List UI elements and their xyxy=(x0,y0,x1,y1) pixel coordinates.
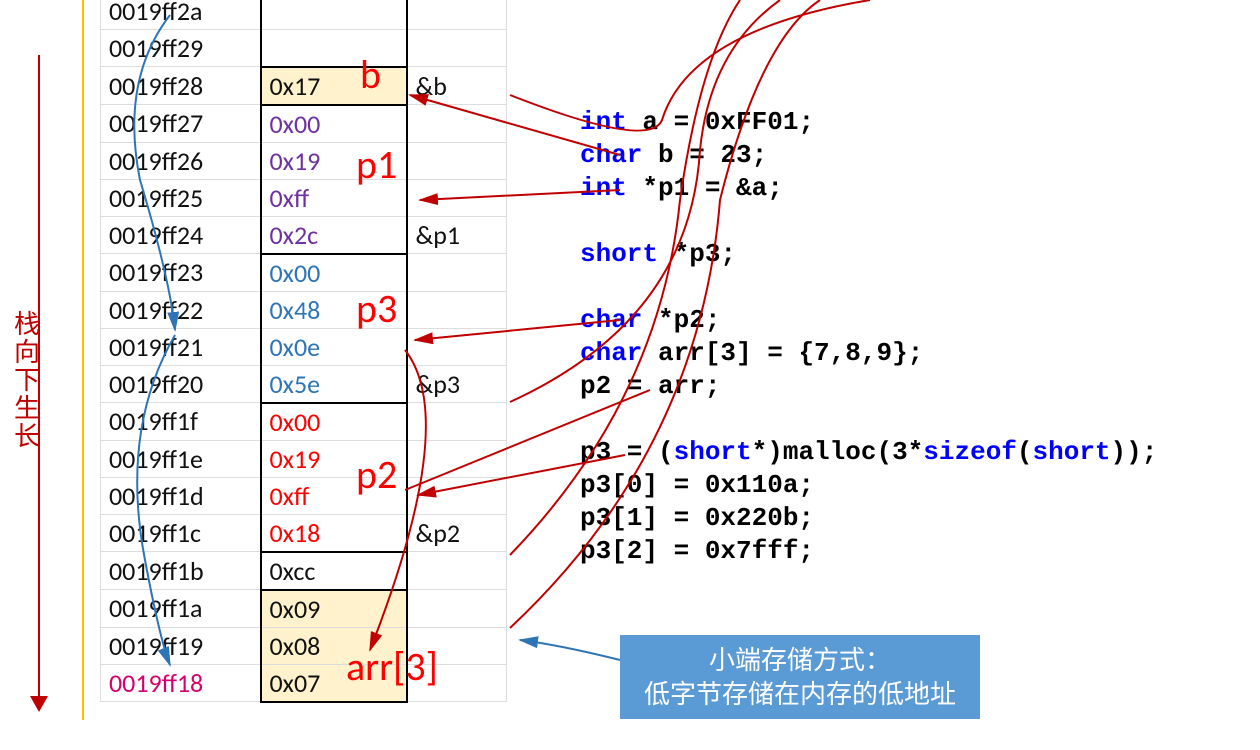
addr-cell: 0019ff24 xyxy=(101,216,261,254)
addr-cell: 0019ff18 xyxy=(101,664,261,702)
value-cell: 0x00 xyxy=(261,105,407,143)
table-row: 0019ff1b0xcc xyxy=(101,552,507,590)
addr-cell: 0019ff1e xyxy=(101,440,261,477)
table-row: 0019ff210x0e xyxy=(101,328,507,365)
value-cell: 0x09 xyxy=(261,590,407,628)
addr-cell: 0019ff22 xyxy=(101,291,261,328)
name-cell xyxy=(407,552,507,590)
table-row: 0019ff240x2c&p1 xyxy=(101,216,507,254)
addr-cell: 0019ff1a xyxy=(101,590,261,628)
var-label-b: b xyxy=(360,50,381,99)
addr-cell: 0019ff2a xyxy=(101,0,261,30)
name-cell xyxy=(407,105,507,143)
table-row: 0019ff2a xyxy=(101,0,507,30)
table-row: 0019ff190x08 xyxy=(101,627,507,664)
table-row: 0019ff220x48 xyxy=(101,291,507,328)
memory-table: 0019ff2a0019ff290019ff280x17&b0019ff270x… xyxy=(100,0,507,703)
value-cell: 0x5e xyxy=(261,365,407,403)
value-cell xyxy=(261,30,407,67)
addr-cell: 0019ff1d xyxy=(101,477,261,514)
table-row: 0019ff1d0xff xyxy=(101,477,507,514)
table-row: 0019ff29 xyxy=(101,30,507,67)
name-cell xyxy=(407,179,507,216)
name-cell: &b xyxy=(407,67,507,105)
var-label-p2: p2 xyxy=(356,450,397,499)
addr-cell: 0019ff27 xyxy=(101,105,261,143)
var-label-p3: p3 xyxy=(356,284,397,333)
value-cell: 0x0e xyxy=(261,328,407,365)
name-cell xyxy=(407,440,507,477)
table-row: 0019ff270x00 xyxy=(101,105,507,143)
code-block: int a = 0xFF01;char b = 23;int *p1 = &a;… xyxy=(580,106,1157,568)
name-cell xyxy=(407,0,507,30)
name-cell xyxy=(407,30,507,67)
addr-cell: 0019ff1b xyxy=(101,552,261,590)
table-row: 0019ff260x19 xyxy=(101,142,507,179)
value-cell: 0xcc xyxy=(261,552,407,590)
table-row: 0019ff200x5e&p3 xyxy=(101,365,507,403)
endian-line1: 小端存储方式： xyxy=(709,645,891,675)
addr-cell: 0019ff19 xyxy=(101,627,261,664)
addr-cell: 0019ff25 xyxy=(101,179,261,216)
value-cell: 0x2c xyxy=(261,216,407,254)
table-row: 0019ff1e0x19 xyxy=(101,440,507,477)
addr-cell: 0019ff23 xyxy=(101,254,261,292)
value-cell: 0x00 xyxy=(261,403,407,441)
table-row: 0019ff1c0x18&p2 xyxy=(101,514,507,552)
table-row: 0019ff1f0x00 xyxy=(101,403,507,441)
addr-cell: 0019ff28 xyxy=(101,67,261,105)
name-cell: &p3 xyxy=(407,365,507,403)
value-cell xyxy=(261,0,407,30)
name-cell xyxy=(407,291,507,328)
table-row: 0019ff250xff xyxy=(101,179,507,216)
addr-cell: 0019ff21 xyxy=(101,328,261,365)
value-cell: 0x18 xyxy=(261,514,407,552)
table-row: 0019ff280x17&b xyxy=(101,67,507,105)
name-cell: &p2 xyxy=(407,514,507,552)
var-label-p1: p1 xyxy=(356,140,397,189)
name-cell xyxy=(407,142,507,179)
name-cell xyxy=(407,477,507,514)
stack-direction-label: 栈向下生长 xyxy=(14,310,40,450)
name-cell xyxy=(407,590,507,628)
addr-cell: 0019ff29 xyxy=(101,30,261,67)
var-label-arr: arr[3] xyxy=(346,642,438,691)
addr-cell: 0019ff1c xyxy=(101,514,261,552)
name-cell xyxy=(407,254,507,292)
addr-cell: 0019ff26 xyxy=(101,142,261,179)
name-cell xyxy=(407,403,507,441)
table-row: 0019ff230x00 xyxy=(101,254,507,292)
value-cell: 0x17 xyxy=(261,67,407,105)
name-cell: &p1 xyxy=(407,216,507,254)
addr-cell: 0019ff1f xyxy=(101,403,261,441)
stack-direction-line xyxy=(82,0,84,720)
name-cell xyxy=(407,328,507,365)
addr-cell: 0019ff20 xyxy=(101,365,261,403)
table-row: 0019ff1a0x09 xyxy=(101,590,507,628)
endian-line2: 低字节存储在内存的低地址 xyxy=(644,679,956,709)
endianness-note: 小端存储方式： 低字节存储在内存的低地址 xyxy=(620,635,980,719)
table-row: 0019ff180x07 xyxy=(101,664,507,702)
